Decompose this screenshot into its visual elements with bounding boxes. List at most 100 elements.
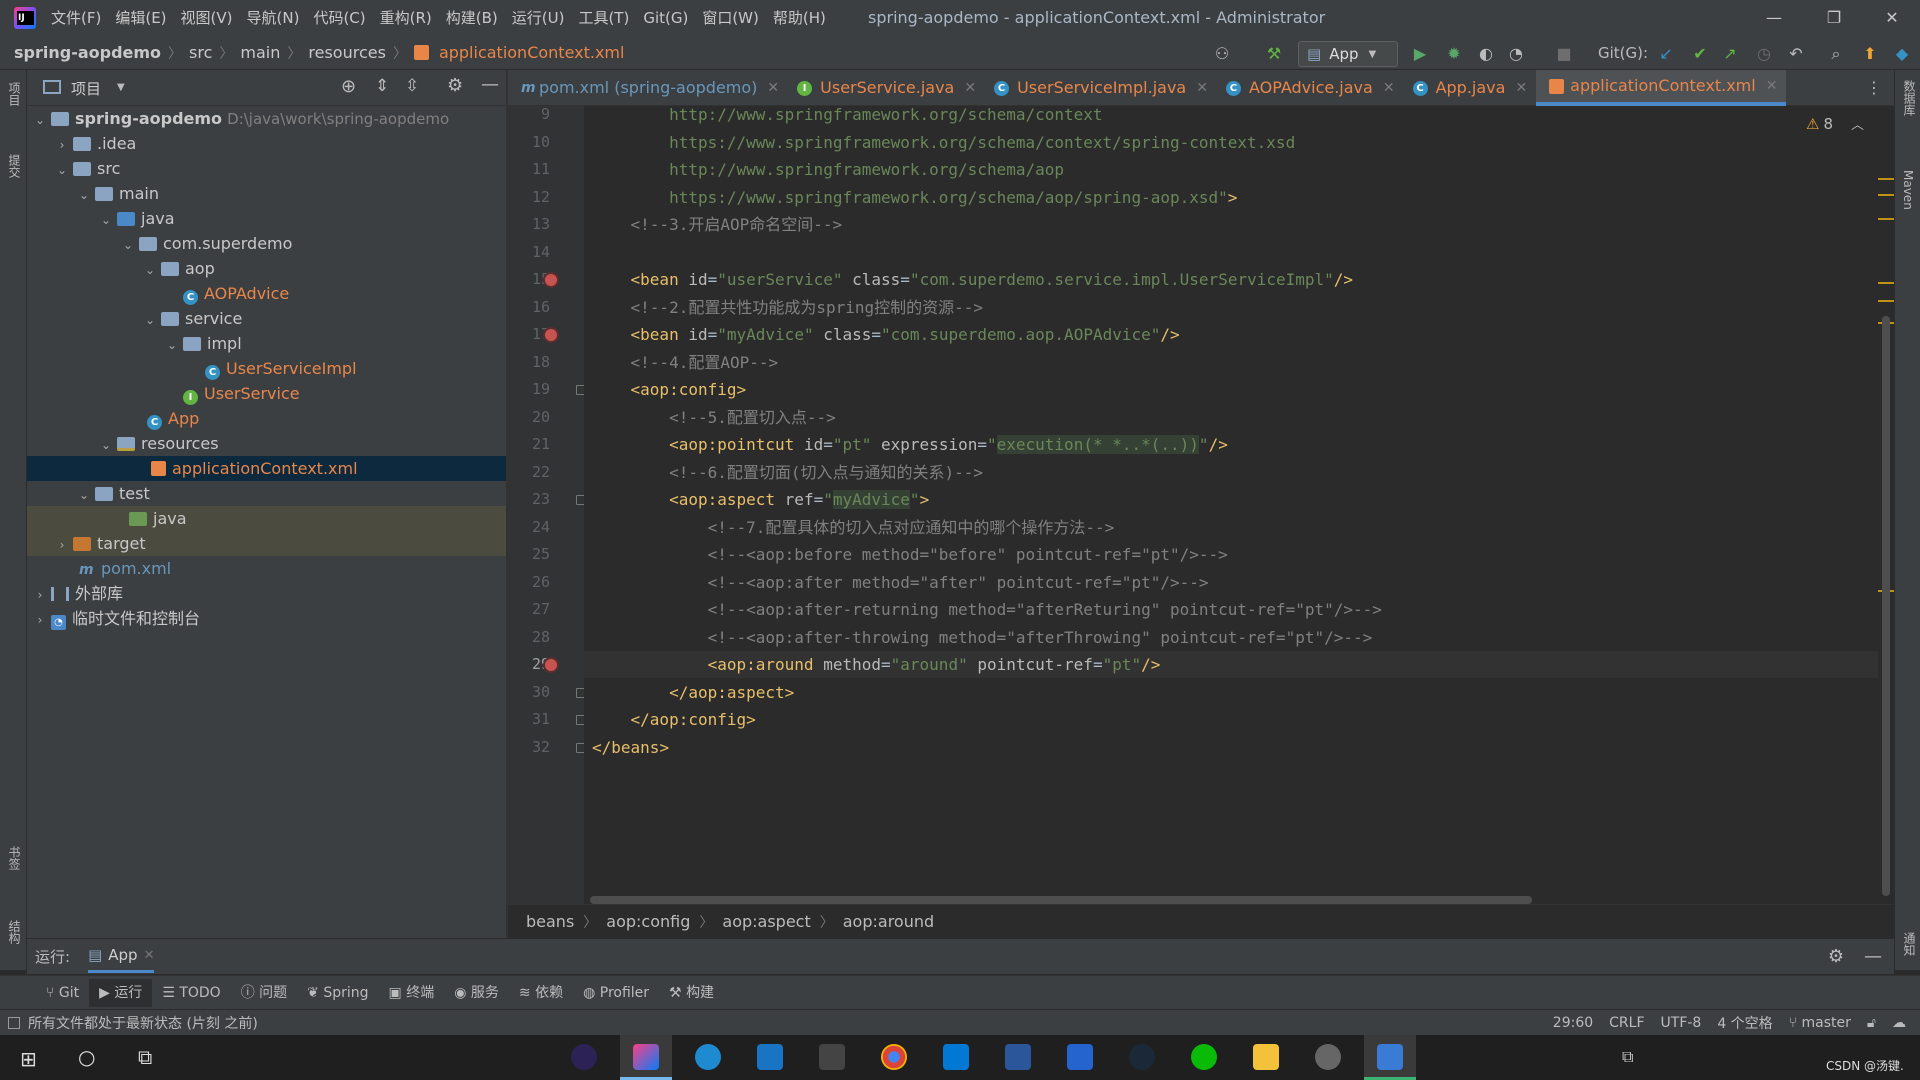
minimize-button[interactable]: — xyxy=(1746,0,1802,36)
rollback-icon[interactable]: ↶ xyxy=(1786,44,1806,64)
profile-icon[interactable]: ◔ xyxy=(1506,44,1526,64)
chevron-down-icon[interactable]: ⌄ xyxy=(33,108,47,133)
line-number[interactable]: 12 xyxy=(508,184,550,211)
code-line[interactable]: <!--<aop:before method="before" pointcut… xyxy=(584,541,1878,568)
warning-marker[interactable] xyxy=(1878,282,1894,284)
spring-bean-gutter-icon[interactable] xyxy=(543,272,559,288)
debug-icon[interactable]: ✹ xyxy=(1444,44,1464,64)
history-icon[interactable]: ◷ xyxy=(1754,44,1774,64)
git-push-icon[interactable]: ↗ xyxy=(1720,44,1740,64)
notification-area-icon[interactable]: ⧉ xyxy=(1622,1047,1633,1067)
tab-userserviceimpl[interactable]: C UserServiceImpl.java ✕ xyxy=(985,70,1217,106)
chevron-down-icon[interactable]: ⌄ xyxy=(77,483,91,508)
database-tool-tab[interactable]: 数据库 xyxy=(1901,80,1918,116)
tree-item-app[interactable]: C App xyxy=(27,406,506,431)
project-panel-title[interactable]: 项目 xyxy=(71,78,101,99)
horizontal-scrollbar[interactable] xyxy=(590,896,1532,904)
close-icon[interactable]: ✕ xyxy=(1196,71,1208,105)
bookmarks-tool-tab[interactable]: 书签 xyxy=(6,846,23,870)
line-number[interactable]: 24 xyxy=(508,514,550,541)
code-line[interactable]: https://www.springframework.org/schema/a… xyxy=(584,184,1878,211)
taskbar-terminal[interactable] xyxy=(806,1035,858,1080)
tree-item-package[interactable]: ⌄ com.superdemo xyxy=(27,231,506,256)
line-number[interactable]: 18 xyxy=(508,349,550,376)
crumb-aop-around[interactable]: aop:around xyxy=(837,912,940,931)
code-line[interactable]: <!--3.开启AOP命名空间--> xyxy=(584,211,1878,238)
tree-item-project-root[interactable]: ⌄ spring-aopdemo D:\java\work\spring-aopd… xyxy=(27,106,506,131)
taskbar-vscode[interactable] xyxy=(930,1035,982,1080)
chevron-right-icon[interactable]: › xyxy=(55,133,69,158)
warning-marker[interactable] xyxy=(1878,194,1894,196)
tool-dependencies[interactable]: ≋ 依赖 xyxy=(509,979,573,1007)
line-number[interactable]: 13 xyxy=(508,211,550,238)
tab-pom[interactable]: m pom.xml (spring-aopdemo) ✕ xyxy=(508,70,788,106)
line-number[interactable]: 32 xyxy=(508,734,550,761)
maven-tool-tab[interactable]: Maven xyxy=(1901,170,1915,210)
run-tab-app[interactable]: ▤ App ✕ xyxy=(88,941,155,973)
tree-item-idea[interactable]: › .idea xyxy=(27,131,506,156)
menu-navigate[interactable]: 导航(N) xyxy=(240,0,307,36)
code-line[interactable]: <bean id="userService" class="com.superd… xyxy=(584,266,1878,293)
tree-item-impl[interactable]: ⌄ impl xyxy=(27,331,506,356)
menu-run[interactable]: 运行(U) xyxy=(505,0,572,36)
chevron-down-icon[interactable]: ⌄ xyxy=(99,208,113,233)
chevron-down-icon[interactable]: ⌄ xyxy=(55,158,69,183)
stop-icon[interactable]: ■ xyxy=(1554,44,1574,64)
tree-item-java[interactable]: ⌄ java xyxy=(27,206,506,231)
close-button[interactable]: ✕ xyxy=(1864,0,1920,36)
code-line[interactable]: <!--7.配置具体的切入点对应通知中的哪个操作方法--> xyxy=(584,514,1878,541)
chevron-down-icon[interactable]: ⌄ xyxy=(99,433,113,458)
tab-app[interactable]: C App.java ✕ xyxy=(1404,70,1537,106)
chevron-up-icon[interactable]: ︿ xyxy=(1851,114,1864,133)
tree-item-applicationcontext[interactable]: applicationContext.xml xyxy=(27,456,506,481)
tree-item-userserviceimpl[interactable]: C UserServiceImpl xyxy=(27,356,506,381)
expand-all-icon[interactable]: ⇕ xyxy=(375,76,389,96)
line-number[interactable]: 28 xyxy=(508,624,550,651)
code-line[interactable]: <aop:config> xyxy=(584,376,1878,403)
line-number[interactable]: 25 xyxy=(508,541,550,568)
menu-git[interactable]: Git(G) xyxy=(636,0,695,36)
taskbar-eclipse[interactable] xyxy=(558,1035,610,1080)
update-icon[interactable]: ⬆ xyxy=(1860,44,1880,64)
structure-tool-tab[interactable]: 结构 xyxy=(6,920,23,944)
code-line[interactable]: </beans> xyxy=(584,734,1878,761)
menu-file[interactable]: 文件(F) xyxy=(44,0,108,36)
task-view-icon[interactable]: ⧉ xyxy=(138,1045,152,1069)
code-line[interactable]: <!--<aop:after method="after" pointcut-r… xyxy=(584,569,1878,596)
taskbar-word[interactable] xyxy=(992,1035,1044,1080)
line-number[interactable]: 16 xyxy=(508,294,550,321)
tree-item-scratches[interactable]: › ◔ 临时文件和控制台 xyxy=(27,606,506,631)
tab-applicationcontext[interactable]: applicationContext.xml ✕ xyxy=(1536,70,1787,106)
menu-edit[interactable]: 编辑(E) xyxy=(108,0,173,36)
run-config-select[interactable]: ▤ App ▼ xyxy=(1298,41,1398,67)
line-number[interactable]: 19 xyxy=(508,376,550,403)
breadcrumb-file[interactable]: applicationContext.xml xyxy=(435,43,629,62)
line-number[interactable]: 22 xyxy=(508,459,550,486)
chevron-down-icon[interactable]: ⌄ xyxy=(143,258,157,283)
line-separator[interactable]: CRLF xyxy=(1601,1015,1652,1031)
breadcrumb-main[interactable]: main xyxy=(236,43,284,62)
code-line[interactable]: <bean id="myAdvice" class="com.superdemo… xyxy=(584,321,1878,348)
taskbar-todo[interactable] xyxy=(1054,1035,1106,1080)
close-icon[interactable]: ✕ xyxy=(1383,71,1395,105)
windows-start-icon[interactable]: ⊞ xyxy=(20,1047,37,1071)
project-tool-tab[interactable]: 项目 xyxy=(6,82,23,106)
more-tabs-icon[interactable]: ⋮ xyxy=(1854,70,1894,105)
code-line[interactable] xyxy=(584,239,1878,266)
chevron-down-icon[interactable]: ⌄ xyxy=(165,333,179,358)
toggle-tool-windows-icon[interactable] xyxy=(8,1016,20,1029)
line-number[interactable]: 20 xyxy=(508,404,550,431)
search-icon[interactable]: ⌕ xyxy=(1826,44,1846,64)
taskbar-wechat[interactable] xyxy=(1178,1035,1230,1080)
code-line[interactable]: http://www.springframework.org/schema/ao… xyxy=(584,156,1878,183)
chevron-right-icon[interactable]: › xyxy=(33,608,47,633)
taskbar-explorer[interactable] xyxy=(1240,1035,1292,1080)
breadcrumb-resources[interactable]: resources xyxy=(304,43,390,62)
spring-bean-gutter-icon[interactable] xyxy=(543,327,559,343)
tool-git[interactable]: ⑂ Git xyxy=(36,979,89,1007)
tool-problems[interactable]: ⓘ 问题 xyxy=(231,979,297,1007)
taskbar-player[interactable] xyxy=(1364,1035,1416,1080)
tool-run[interactable]: ▶ 运行 xyxy=(89,978,153,1007)
scroll-thumb[interactable] xyxy=(1882,316,1890,896)
tree-item-userservice[interactable]: I UserService xyxy=(27,381,506,406)
